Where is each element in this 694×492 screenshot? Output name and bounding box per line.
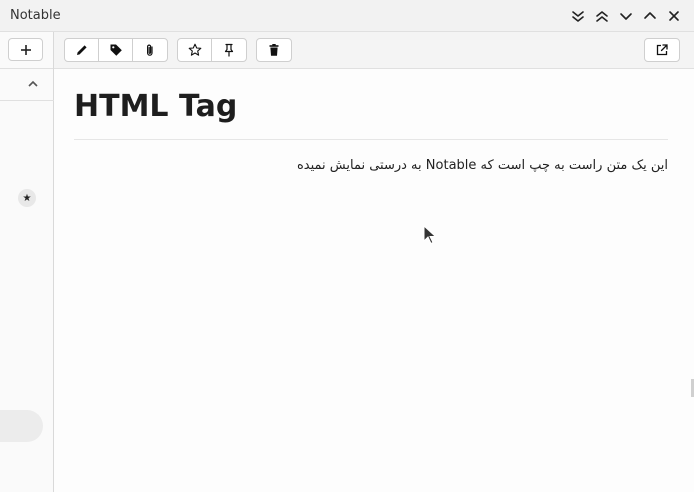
- close-icon[interactable]: [664, 6, 684, 26]
- title-divider: [74, 139, 668, 140]
- open-external-button[interactable]: [645, 39, 679, 61]
- pencil-icon: [76, 45, 87, 55]
- delete-button[interactable]: [257, 39, 291, 61]
- sidebar-toolbar: [0, 32, 53, 69]
- favorite-button[interactable]: [178, 39, 212, 61]
- delete-group: [256, 38, 292, 62]
- attachment-icon: [147, 44, 153, 56]
- star-icon: [188, 43, 201, 56]
- expand-all-icon[interactable]: [592, 6, 612, 26]
- edit-tools-group: [64, 38, 168, 62]
- title-bar: Notable: [0, 0, 694, 32]
- open-external-group: [644, 38, 680, 62]
- attachment-button[interactable]: [133, 39, 167, 61]
- note-preview: HTML Tag این یک متن راست به چپ است که No…: [54, 69, 694, 492]
- sidebar-collapse-icon[interactable]: [27, 75, 41, 89]
- tag-button[interactable]: [99, 39, 133, 61]
- edit-button[interactable]: [65, 39, 99, 61]
- collapse-all-icon[interactable]: [568, 6, 588, 26]
- note-title: HTML Tag: [74, 89, 238, 124]
- sidebar: ★: [0, 32, 54, 492]
- note-body: این یک متن راست به چپ است که Notable به …: [296, 158, 668, 173]
- favorite-pin-group: [177, 38, 247, 62]
- mouse-cursor-icon: [423, 225, 437, 245]
- editor-toolbar: [54, 32, 694, 69]
- plus-icon: [20, 44, 31, 55]
- star-badge[interactable]: ★: [18, 189, 36, 207]
- app-title: Notable: [10, 8, 61, 23]
- trash-icon: [269, 44, 279, 56]
- chevron-up-icon[interactable]: [640, 6, 660, 26]
- window-controls: [568, 6, 694, 26]
- external-link-icon: [656, 44, 668, 56]
- sidebar-search-pill[interactable]: [0, 410, 43, 442]
- sidebar-divider: [0, 100, 54, 101]
- tag-icon: [110, 44, 122, 56]
- new-note-button[interactable]: [8, 38, 43, 61]
- chevron-down-icon[interactable]: [616, 6, 636, 26]
- pin-button[interactable]: [212, 39, 246, 61]
- pin-icon: [224, 43, 234, 57]
